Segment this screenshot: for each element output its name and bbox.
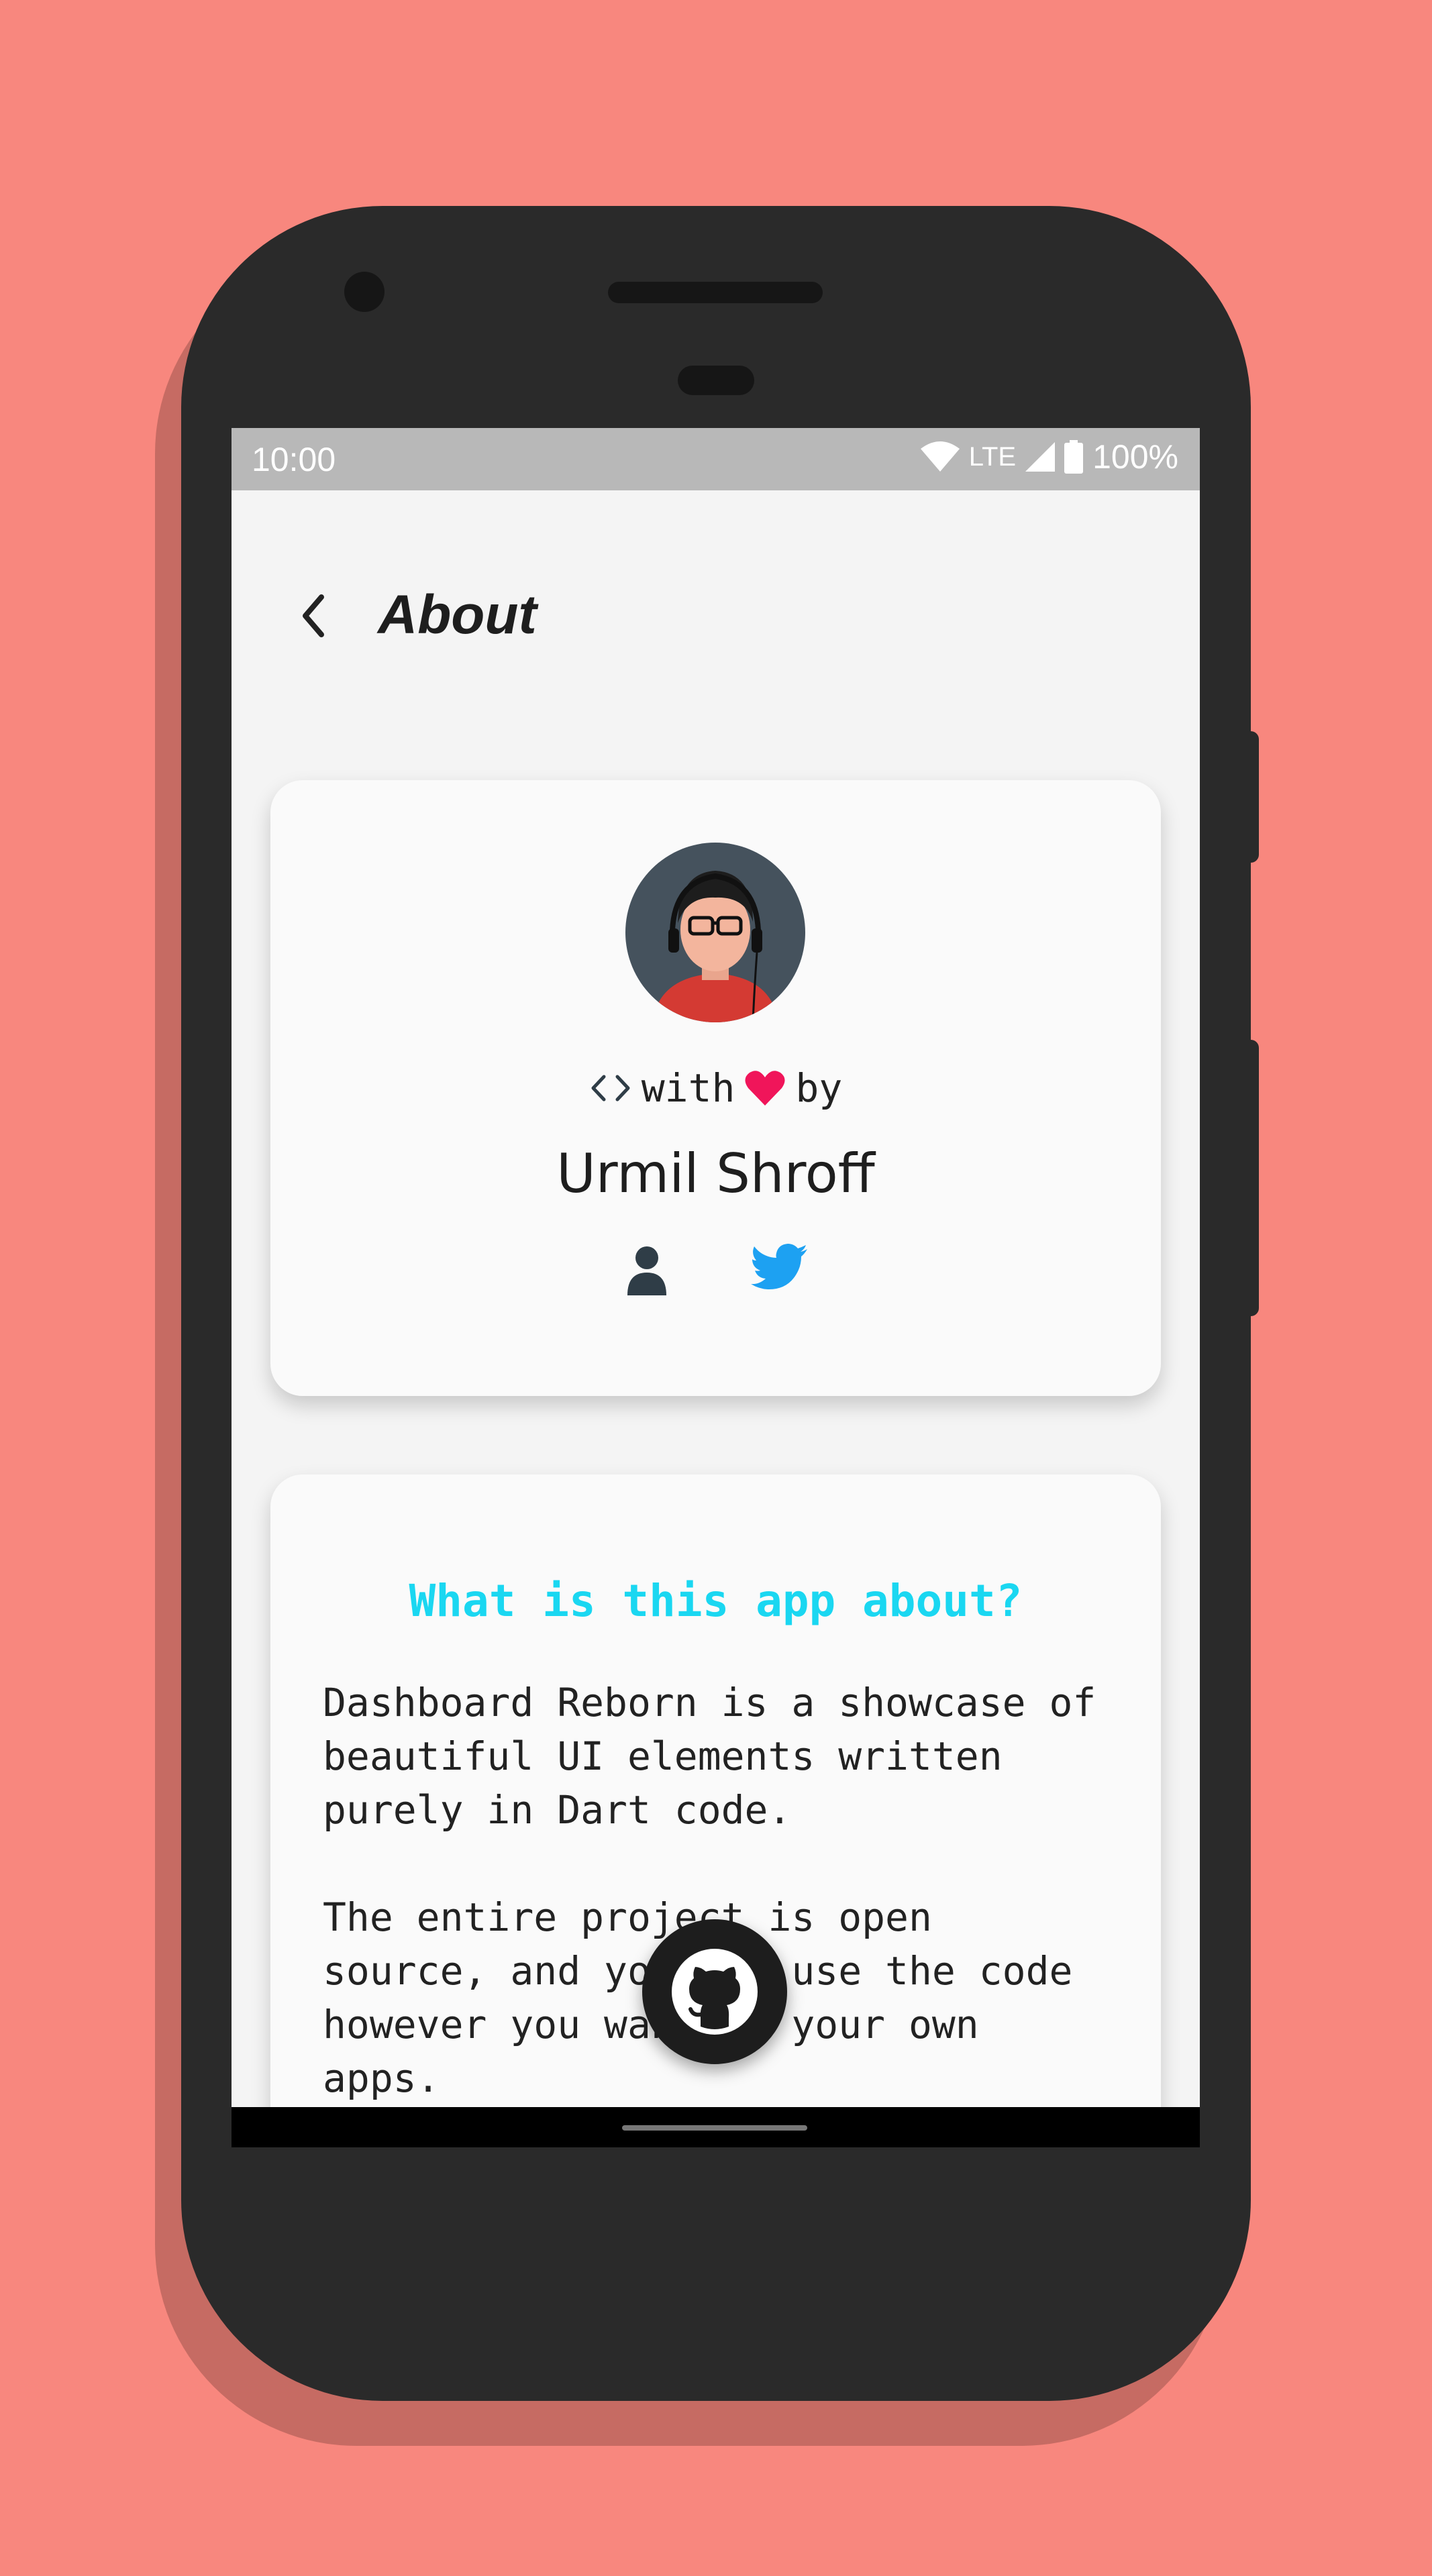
volume-button	[1249, 1040, 1259, 1316]
heart-icon	[745, 1071, 785, 1106]
chevron-left-icon	[303, 594, 324, 637]
page-title: About	[378, 584, 537, 645]
battery-percent: 100%	[1092, 438, 1178, 476]
profile-card: with by Urmil Shroff	[270, 780, 1161, 1396]
developer-avatar	[625, 843, 805, 1022]
back-button[interactable]	[295, 589, 335, 643]
phone-screen: 10:00 LTE 100% About with by Urmil Shrof…	[232, 428, 1200, 2147]
made-with-line: with by	[270, 1065, 1161, 1111]
status-time: 10:00	[252, 441, 336, 478]
github-icon	[672, 1949, 758, 2035]
status-bar: 10:00 LTE 100%	[232, 428, 1200, 490]
avatar-illustration	[625, 843, 805, 1022]
battery-icon	[1064, 440, 1084, 474]
home-gesture-bar[interactable]	[622, 2125, 807, 2131]
made-by-word: by	[795, 1065, 843, 1111]
earpiece-speaker	[608, 282, 823, 303]
code-brackets-icon	[591, 1075, 630, 1102]
social-links	[270, 1243, 1161, 1297]
about-paragraph-1: Dashboard Reborn is a showcase of beauti…	[323, 1680, 1096, 1833]
cell-signal-icon	[1025, 442, 1056, 472]
status-icons: LTE 100%	[920, 437, 1178, 476]
author-name: Urmil Shroff	[556, 1142, 875, 1205]
proximity-sensor	[678, 366, 754, 395]
twitter-icon[interactable]	[750, 1243, 809, 1294]
power-button	[1249, 731, 1259, 863]
wifi-icon	[920, 441, 960, 472]
made-with-word: with	[641, 1065, 735, 1111]
about-heading: What is this app about?	[409, 1575, 1023, 1627]
front-camera	[344, 272, 385, 312]
github-button[interactable]	[642, 1919, 787, 2064]
system-nav-bar	[232, 2107, 1200, 2147]
person-icon[interactable]	[623, 1243, 670, 1297]
network-type: LTE	[968, 441, 1017, 472]
